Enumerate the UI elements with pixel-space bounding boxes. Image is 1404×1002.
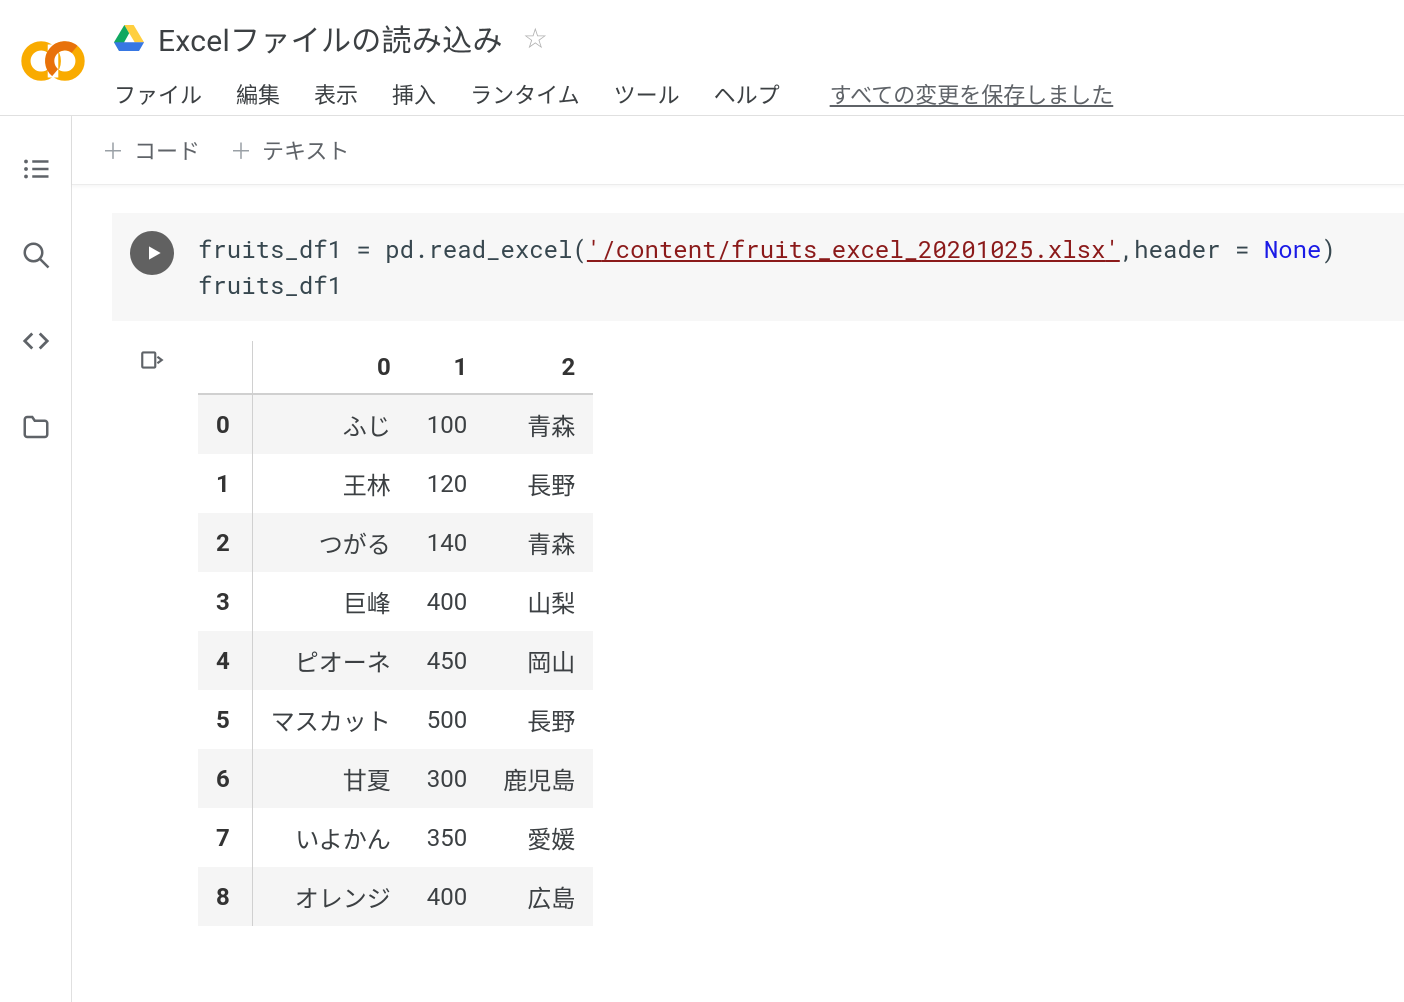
add-code-button[interactable]: ＋ コード — [102, 134, 200, 166]
dataframe-row-index: 0 — [198, 394, 252, 454]
title-area: Excelファイルの読み込み ☆ ファイル 編集 表示 挿入 ランタイム ツール… — [114, 10, 1384, 110]
dataframe-row-index: 8 — [198, 867, 252, 926]
menu-view[interactable]: 表示 — [314, 78, 358, 110]
dataframe-col-0: 0 — [252, 341, 409, 394]
save-status[interactable]: すべての変更を保存しました — [830, 78, 1114, 110]
dataframe-cell: 500 — [409, 690, 485, 749]
body-row: ＋ コード ＋ テキスト fruits_df1 = pd.read_excel(… — [0, 116, 1404, 1002]
dataframe-row-index: 5 — [198, 690, 252, 749]
dataframe-row-index: 4 — [198, 631, 252, 690]
dataframe-row-index: 7 — [198, 808, 252, 867]
dataframe-row-index: 3 — [198, 572, 252, 631]
table-row: 2つがる140青森 — [198, 513, 593, 572]
dataframe-cell: 120 — [409, 454, 485, 513]
dataframe-cell: いよかん — [252, 808, 409, 867]
notebook-toolbar: ＋ コード ＋ テキスト — [72, 116, 1404, 185]
code-snippets-icon[interactable] — [21, 326, 51, 356]
menu-edit[interactable]: 編集 — [236, 78, 280, 110]
output-collapse-icon[interactable] — [130, 341, 174, 373]
menu-bar: ファイル 編集 表示 挿入 ランタイム ツール ヘルプ すべての変更を保存しまし… — [114, 78, 1384, 110]
add-text-label: テキスト — [262, 134, 349, 166]
dataframe-header: 0 1 2 — [198, 341, 593, 394]
plus-icon: ＋ — [102, 134, 124, 166]
add-text-button[interactable]: ＋ テキスト — [230, 134, 349, 166]
dataframe-row-index: 1 — [198, 454, 252, 513]
code-string-literal: '/content/fruits_excel_20201025.xlsx' — [587, 233, 1120, 265]
title-row: Excelファイルの読み込み ☆ — [114, 16, 1384, 60]
toc-icon[interactable] — [21, 154, 51, 184]
menu-help[interactable]: ヘルプ — [714, 78, 780, 110]
colab-logo — [20, 28, 86, 94]
code-line-1: fruits_df1 = pd.read_excel('/content/fru… — [198, 233, 1336, 265]
dataframe-cell: 400 — [409, 572, 485, 631]
star-icon[interactable]: ☆ — [523, 22, 548, 55]
dataframe-col-1: 1 — [409, 341, 485, 394]
dataframe-cell: 山梨 — [485, 572, 593, 631]
files-icon[interactable] — [21, 412, 51, 442]
dataframe-cell: 青森 — [485, 394, 593, 454]
search-icon[interactable] — [21, 240, 51, 270]
table-row: 6甘夏300鹿児島 — [198, 749, 593, 808]
code-cell-input[interactable]: fruits_df1 = pd.read_excel('/content/fru… — [112, 213, 1404, 321]
dataframe-index-header — [198, 341, 252, 394]
dataframe-cell: ふじ — [252, 394, 409, 454]
dataframe-cell: つがる — [252, 513, 409, 572]
dataframe-cell: 140 — [409, 513, 485, 572]
dataframe-col-2: 2 — [485, 341, 593, 394]
run-button[interactable] — [130, 231, 174, 275]
menu-tools[interactable]: ツール — [614, 78, 680, 110]
menu-file[interactable]: ファイル — [114, 78, 202, 110]
code-line-2: fruits_df1 — [198, 269, 342, 301]
dataframe-cell: 王林 — [252, 454, 409, 513]
table-row: 3巨峰400山梨 — [198, 572, 593, 631]
dataframe-cell: 350 — [409, 808, 485, 867]
menu-insert[interactable]: 挿入 — [392, 78, 436, 110]
table-row: 4ピオーネ450岡山 — [198, 631, 593, 690]
code-keyword-none: None — [1264, 233, 1322, 265]
dataframe-cell: 300 — [409, 749, 485, 808]
dataframe-cell: 岡山 — [485, 631, 593, 690]
menu-runtime[interactable]: ランタイム — [470, 78, 580, 110]
dataframe-cell: 巨峰 — [252, 572, 409, 631]
dataframe-output: 0 1 2 0ふじ100青森1王林120長野2つがる140青森3巨峰400山梨4… — [198, 341, 593, 926]
dataframe-cell: ピオーネ — [252, 631, 409, 690]
app-header: Excelファイルの読み込み ☆ ファイル 編集 表示 挿入 ランタイム ツール… — [0, 0, 1404, 116]
drive-icon — [114, 25, 144, 51]
table-row: 8オレンジ400広島 — [198, 867, 593, 926]
dataframe-cell: 愛媛 — [485, 808, 593, 867]
plus-icon: ＋ — [230, 134, 252, 166]
table-row: 1王林120長野 — [198, 454, 593, 513]
code-cell-output: 0 1 2 0ふじ100青森1王林120長野2つがる140青森3巨峰400山梨4… — [112, 341, 1404, 926]
dataframe-body: 0ふじ100青森1王林120長野2つがる140青森3巨峰400山梨4ピオーネ45… — [198, 394, 593, 926]
dataframe-cell: マスカット — [252, 690, 409, 749]
dataframe-cell: 100 — [409, 394, 485, 454]
dataframe-cell: 400 — [409, 867, 485, 926]
dataframe-cell: 鹿児島 — [485, 749, 593, 808]
dataframe-cell: 長野 — [485, 690, 593, 749]
table-row: 5マスカット500長野 — [198, 690, 593, 749]
dataframe-row-index: 6 — [198, 749, 252, 808]
dataframe-cell: 青森 — [485, 513, 593, 572]
left-sidebar — [0, 116, 72, 1002]
dataframe-cell: 広島 — [485, 867, 593, 926]
code-cell: fruits_df1 = pd.read_excel('/content/fru… — [112, 213, 1404, 926]
dataframe-row-index: 2 — [198, 513, 252, 572]
code-editor[interactable]: fruits_df1 = pd.read_excel('/content/fru… — [174, 231, 1336, 303]
dataframe-cell: 甘夏 — [252, 749, 409, 808]
table-row: 7いよかん350愛媛 — [198, 808, 593, 867]
notebook-title[interactable]: Excelファイルの読み込み — [158, 16, 503, 60]
dataframe-cell: 450 — [409, 631, 485, 690]
add-code-label: コード — [134, 134, 200, 166]
dataframe-cell: オレンジ — [252, 867, 409, 926]
main-area: ＋ コード ＋ テキスト fruits_df1 = pd.read_excel(… — [72, 116, 1404, 1002]
dataframe-cell: 長野 — [485, 454, 593, 513]
table-row: 0ふじ100青森 — [198, 394, 593, 454]
